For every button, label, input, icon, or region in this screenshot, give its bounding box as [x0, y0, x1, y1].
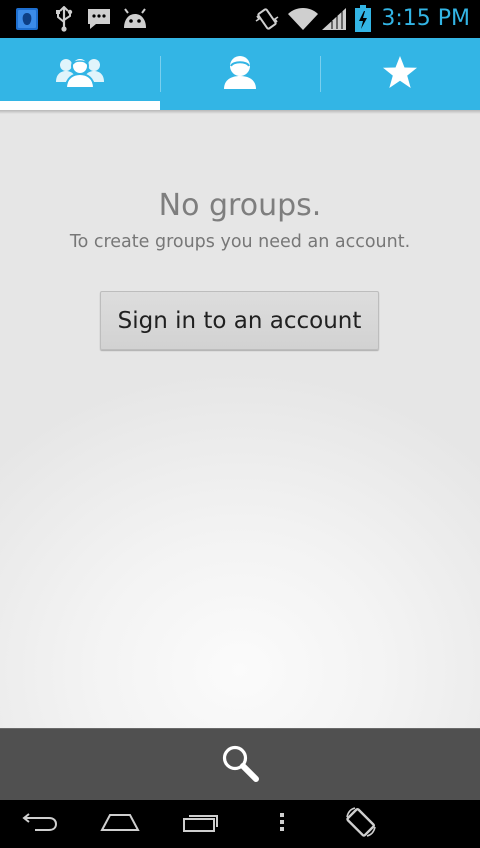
- tab-bar-shadow: [0, 110, 480, 114]
- empty-state-message: To create groups you need an account.: [69, 232, 411, 252]
- menu-icon: [279, 812, 285, 836]
- rotate-icon: [344, 805, 378, 843]
- recent-apps-button[interactable]: [170, 800, 230, 848]
- selected-tab-indicator: [0, 101, 160, 110]
- android-debug-icon: [121, 0, 149, 38]
- battery-charging-icon: [352, 0, 374, 38]
- home-icon: [100, 811, 140, 837]
- vibrate-icon: [254, 0, 280, 38]
- usb-icon: [52, 0, 76, 38]
- sign-in-button[interactable]: Sign in to an account: [100, 291, 379, 350]
- bottom-action-bar: [0, 728, 480, 800]
- rotate-button[interactable]: [334, 800, 388, 848]
- chat-icon: [86, 0, 112, 38]
- groups-content: No groups. To create groups you need an …: [0, 110, 480, 728]
- person-icon: [223, 54, 257, 94]
- search-icon: [220, 743, 260, 787]
- groups-icon: [55, 54, 105, 94]
- status-bar: 3:15 PM: [0, 0, 480, 38]
- app-notification-icon: [14, 0, 40, 38]
- recent-apps-icon: [181, 811, 219, 837]
- contacts-groups-screen: 3:15 PM No groups. To create groups you …: [0, 0, 480, 848]
- status-clock: 3:15 PM: [381, 6, 470, 31]
- back-icon: [21, 811, 59, 837]
- tab-contacts[interactable]: [160, 38, 320, 110]
- back-button[interactable]: [10, 800, 70, 848]
- tab-bar: [0, 38, 480, 110]
- menu-button[interactable]: [262, 800, 302, 848]
- signal-icon: [320, 0, 348, 38]
- wifi-icon: [286, 0, 320, 38]
- tab-groups[interactable]: [0, 38, 160, 110]
- home-button[interactable]: [90, 800, 150, 848]
- star-icon: [382, 55, 418, 93]
- system-navigation-bar: [0, 800, 480, 848]
- search-button[interactable]: [200, 729, 280, 801]
- empty-state-title: No groups.: [158, 188, 322, 223]
- tab-favorites[interactable]: [320, 38, 480, 110]
